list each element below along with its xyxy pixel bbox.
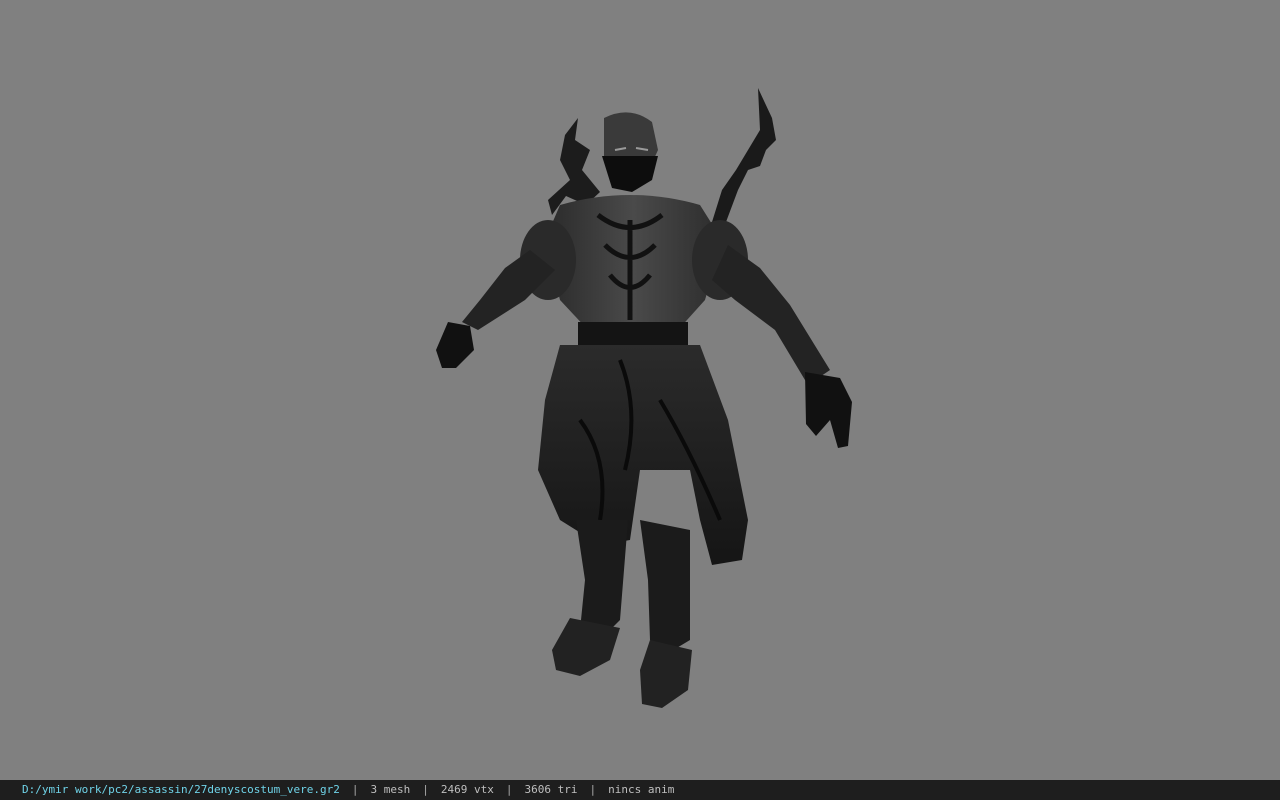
left-hand bbox=[436, 322, 474, 368]
mesh-count: 3 mesh bbox=[370, 783, 411, 796]
character-model bbox=[436, 88, 852, 708]
3d-viewport[interactable] bbox=[0, 0, 1280, 780]
animation-status: nincs anim bbox=[608, 783, 675, 796]
right-arm bbox=[712, 245, 830, 385]
vertex-count: 2469 vtx bbox=[440, 783, 494, 796]
status-bar: D:/ymir work/pc2/assassin/27denyscostum_… bbox=[0, 780, 1280, 800]
right-shoulder-blade bbox=[712, 88, 776, 222]
triangle-count: 3606 tri bbox=[524, 783, 578, 796]
separator: | bbox=[589, 783, 597, 796]
left-foot bbox=[552, 618, 620, 676]
separator: | bbox=[422, 783, 429, 796]
separator: | bbox=[505, 783, 513, 796]
file-path: D:/ymir work/pc2/assassin/27denyscostum_… bbox=[22, 783, 340, 796]
right-leg bbox=[640, 520, 690, 652]
face-mask bbox=[602, 156, 658, 192]
right-foot bbox=[640, 640, 692, 708]
separator: | bbox=[351, 783, 359, 796]
right-hand bbox=[805, 372, 852, 448]
